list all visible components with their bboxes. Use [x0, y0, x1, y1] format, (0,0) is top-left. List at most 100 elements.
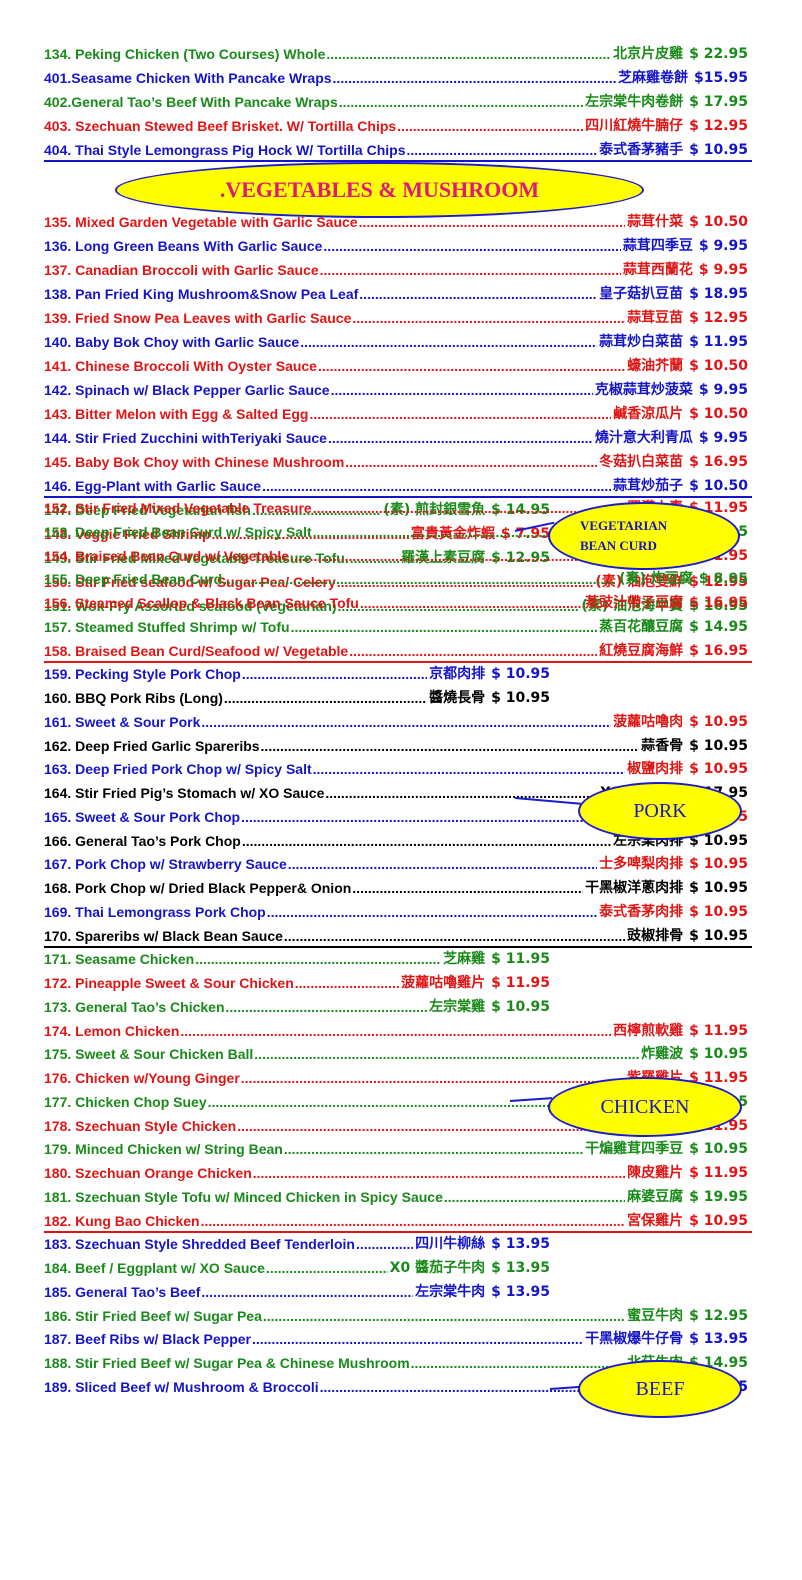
menu-item: 183. Szechuan Style Shredded Beef Tender…: [0, 1234, 802, 1258]
menu-item-name: 138. Pan Fried King Mushroom&Snow Pea Le…: [44, 286, 359, 302]
menu-item-chinese-name: 克椒蒜茸炒菠菜: [594, 382, 693, 398]
menu-item-name: 157. Steamed Stuffed Shrimp w/ Tofu: [44, 618, 290, 635]
menu-item-price: $ 10.95: [491, 666, 550, 683]
leader-dots: ........................................…: [397, 118, 584, 134]
menu-item-name: 170. Spareribs w/ Black Bean Sauce: [44, 927, 283, 944]
menu-item-name: 401.Seasame Chicken With Pancake Wraps: [44, 70, 332, 86]
menu-item-chinese-name: 冬菇扒白菜苗: [599, 454, 684, 470]
menu-item-price: $ 10.95: [689, 856, 748, 873]
menu-item: 179. Minced Chicken w/ String Bean 干煸雞茸四季…: [0, 1139, 802, 1163]
menu-item-name: 167. Pork Chop w/ Strawberry Sauce: [44, 856, 287, 873]
section-title-line: BEAN CURD: [580, 538, 657, 553]
menu-item-chinese-name: 左宗棠雞: [429, 998, 486, 1015]
section-title-line: VEGETARIAN: [580, 518, 668, 533]
menu-item-price: $ 13.95: [491, 1283, 550, 1300]
menu-item-chinese-name: 蒜茸炒茄子: [613, 478, 684, 494]
leader-dots: ........................................…: [241, 808, 612, 825]
leader-dots: ........................................…: [195, 951, 441, 968]
menu-item-price: $ 10.50: [689, 478, 748, 494]
leader-dots: ........................................…: [338, 94, 583, 110]
menu-item-name: 139. Fried Snow Pea Leaves with Garlic S…: [44, 310, 352, 326]
menu-item: 143. Bitter Melon with Egg & Salted Egg 鹹…: [0, 404, 802, 428]
leader-dots: ........................................…: [223, 571, 617, 588]
menu-item-chinese-name: (素) 炸豆腐: [619, 571, 693, 588]
leader-dots: ........................................…: [309, 406, 611, 422]
menu-item-name: 161. Sweet & Sour Pork: [44, 713, 201, 730]
menu-item-price: $ 16.95: [689, 642, 748, 659]
menu-item: 171. Seasame Chicken 芝麻雞 $ 11.95..........…: [0, 949, 802, 973]
menu-item: 140. Baby Bok Choy with Garlic Sauce 蒜茸炒白…: [0, 332, 802, 356]
leader-dots: ........................................…: [319, 1378, 584, 1395]
menu-item-name: 143. Bitter Melon with Egg & Salted Egg: [44, 406, 309, 422]
menu-item-chinese-name: 芝麻雞: [443, 951, 486, 968]
menu-item: 160. BBQ Pork Ribs (Long) 醬燒長骨 $ 10.95....…: [0, 688, 802, 712]
menu-item-name: 404. Thai Style Lemongrass Pig Hock W/ T…: [44, 142, 406, 158]
menu-item-name: 152. Stir Fried Mixed Vegetable Treasure: [44, 500, 312, 516]
menu-item-price: $ 10.95: [689, 927, 748, 944]
menu-item-chinese-name: 蒸豉汁帶子豆腐: [585, 595, 684, 611]
leader-dots: ........................................…: [323, 238, 620, 254]
leader-dots: ........................................…: [283, 927, 625, 944]
leader-dots: ........................................…: [294, 975, 399, 991]
menu-item-chinese-name: 干黑椒爆牛仔骨: [585, 1331, 684, 1348]
menu-item-name: 184. Beef / Eggplant w/ XO Sauce: [44, 1260, 265, 1276]
menu-item: 181. Szechuan Style Tofu w/ Minced Chick…: [0, 1187, 802, 1211]
leader-dots: ........................................…: [290, 618, 598, 635]
menu-item-price: $ 9.95: [698, 382, 748, 398]
menu-item-name: 144. Stir Fried Zucchini withTeriyaki Sa…: [44, 430, 327, 446]
menu-item-chinese-name: 燒汁意大利青瓜: [594, 430, 693, 446]
menu-item-name: 179. Minced Chicken w/ String Bean: [44, 1141, 283, 1158]
menu-item-chinese-name: 炸雞波: [641, 1046, 684, 1063]
menu-item-price: $ 13.95: [689, 1331, 748, 1348]
menu-item-name: 181. Szechuan Style Tofu w/ Minced Chick…: [44, 1188, 443, 1205]
menu-item: 403. Szechuan Stewed Beef Brisket. W/ To…: [0, 116, 802, 140]
menu-item: 401.Seasame Chicken With Pancake Wraps 芝麻…: [0, 68, 802, 92]
menu-item-chinese-name: 京都肉排: [429, 666, 486, 683]
leader-dots: ........................................…: [283, 1141, 584, 1158]
menu-item-price: $ 11.95: [689, 1165, 748, 1181]
menu-item-chinese-name: 蒜茸炒白菜苗: [599, 334, 684, 350]
leader-dots: ........................................…: [252, 1165, 626, 1181]
menu-item-name: 137. Canadian Broccoli with Garlic Sauce: [44, 262, 319, 278]
menu-item-chinese-name: 椒鹽肉排: [627, 761, 684, 778]
menu-item-chinese-name: 醬燒長骨: [429, 690, 486, 706]
menu-item-chinese-name: 蒸百花釀豆腐: [599, 618, 684, 635]
menu-item-chinese-name: 西檸煎軟雞: [613, 1022, 684, 1039]
menu-item-price: $ 10.95: [689, 1046, 748, 1063]
leader-dots: ........................................…: [352, 880, 583, 896]
leader-dots: ........................................…: [359, 595, 583, 611]
menu-item-name: 183. Szechuan Style Shredded Beef Tender…: [44, 1236, 355, 1253]
leader-dots: ........................................…: [349, 642, 597, 659]
menu-item: 173. General Tao’s Chicken 左宗棠雞 $ 10.95...…: [0, 997, 802, 1021]
menu-item-name: 155. Deep Fried Bean Curd: [44, 571, 223, 588]
leader-dots: ........................................…: [254, 1046, 640, 1063]
leader-dots: ........................................…: [287, 856, 597, 873]
menu-item-name: 158. Braised Bean Curd/Seafood w/ Vegeta…: [44, 642, 349, 659]
menu-item: 146. Egg-Plant with Garlic Sauce 蒜茸炒茄子 $ 1…: [0, 476, 802, 500]
menu-item-name: 142. Spinach w/ Black Pepper Garlic Sauc…: [44, 382, 330, 398]
menu-item-name: 140. Baby Bok Choy with Garlic Sauce: [44, 334, 300, 350]
section-divider: [44, 660, 752, 663]
menu-item-name: 185. General Tao’s Beef: [44, 1283, 201, 1300]
section-title: PORK: [633, 799, 687, 822]
menu-item-name: 186. Stir Fried Beef w/ Sugar Pea: [44, 1307, 262, 1324]
menu-item-chinese-name: 干煸雞茸四季豆: [585, 1141, 684, 1158]
section-banner-pork: PORK: [578, 782, 742, 840]
menu-item: 136. Long Green Beans With Garlic Sauce 蒜…: [0, 236, 802, 260]
menu-item: 174. Lemon Chicken 西檸煎軟雞 $ 11.95..........…: [0, 1021, 802, 1045]
menu-item-price: $ 22.95: [689, 46, 748, 62]
leader-dots: ........................................…: [359, 286, 598, 302]
menu-item-chinese-name: 泰式香茅豬手: [599, 142, 684, 158]
menu-item-name: 171. Seasame Chicken: [44, 951, 195, 968]
menu-item-chinese-name: 干黑椒洋蔥肉排: [585, 880, 684, 896]
menu-item: 141. Chinese Broccoli With Oyster Sauce 蠔…: [0, 356, 802, 380]
menu-item-chinese-name: 菠蘿咕嚕雞片: [401, 975, 486, 991]
menu-item-price: $ 12.95: [689, 118, 748, 134]
menu-item-price: $ 11.95: [491, 951, 550, 968]
leader-dots: ........................................…: [300, 334, 597, 350]
menu-item: 138. Pan Fried King Mushroom&Snow Pea Le…: [0, 284, 802, 308]
leader-dots: ........................................…: [332, 70, 616, 86]
menu-item: 139. Fried Snow Pea Leaves with Garlic S…: [0, 308, 802, 332]
section-title: CHICKEN: [600, 1095, 690, 1118]
menu-item-chinese-name: X0 醬茄子牛肉: [389, 1260, 486, 1276]
